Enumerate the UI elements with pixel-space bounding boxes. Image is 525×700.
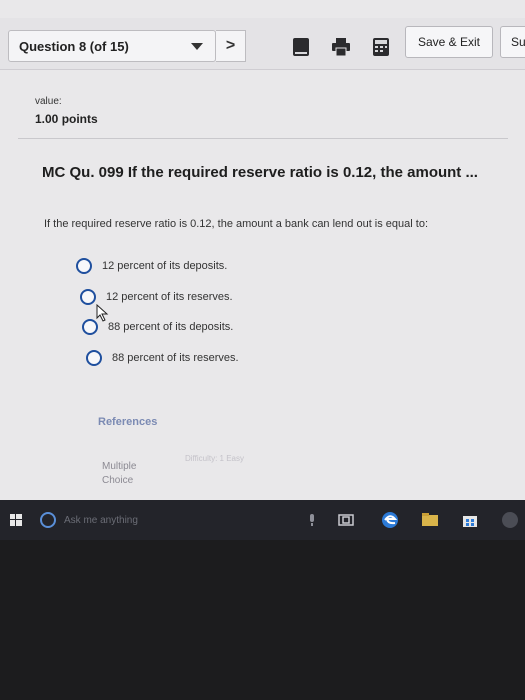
search-placeholder: Ask me anything — [64, 514, 138, 526]
edge-browser-icon[interactable] — [380, 510, 400, 530]
windows-start-icon[interactable] — [10, 514, 22, 526]
radio-button[interactable] — [86, 350, 102, 366]
references-link[interactable]: References — [98, 416, 157, 428]
question-select[interactable]: Question 8 (of 15) — [8, 30, 216, 62]
screen: Question 8 (of 15) > Save & Exit Su valu… — [0, 0, 525, 540]
question-type-line2: Choice — [102, 475, 134, 486]
taskbar-search[interactable]: Ask me anything — [40, 504, 270, 536]
chevron-down-icon — [191, 43, 203, 50]
answer-label: 88 percent of its deposits. — [108, 321, 234, 333]
radio-button[interactable] — [80, 289, 96, 305]
task-view-icon[interactable] — [336, 510, 356, 530]
answer-option-1[interactable]: 12 percent of its deposits. — [76, 258, 227, 274]
calculator-icon[interactable] — [370, 36, 392, 58]
windows-taskbar: Ask me anything — [0, 500, 525, 540]
radio-button[interactable] — [76, 258, 92, 274]
save-exit-button[interactable]: Save & Exit — [405, 26, 493, 58]
answer-option-4[interactable]: 88 percent of its reserves. — [86, 350, 239, 366]
app-icon[interactable] — [500, 510, 520, 530]
question-panel: value: 1.00 points MC Qu. 099 If the req… — [0, 70, 525, 500]
book-icon[interactable] — [290, 36, 312, 58]
top-toolbar: Question 8 (of 15) > Save & Exit Su — [0, 18, 525, 70]
answer-label: 12 percent of its reserves. — [106, 291, 233, 303]
file-explorer-icon[interactable] — [420, 510, 440, 530]
value-label: value: — [35, 96, 62, 107]
value-points: 1.00 points — [35, 112, 98, 126]
answer-label: 12 percent of its deposits. — [102, 260, 228, 272]
cortana-icon — [40, 512, 56, 528]
answer-label: 88 percent of its reserves. — [112, 352, 239, 364]
mouse-cursor-icon — [96, 304, 109, 322]
answer-option-2[interactable]: 12 percent of its reserves. — [80, 289, 233, 305]
question-type-line1: Multiple — [102, 461, 137, 472]
difficulty-tag: Difficulty: 1 Easy — [185, 454, 244, 463]
submit-button[interactable]: Su — [500, 26, 525, 58]
microphone-icon[interactable] — [302, 510, 322, 530]
question-select-label: Question 8 (of 15) — [19, 38, 129, 54]
store-icon[interactable] — [460, 510, 480, 530]
question-text: If the required reserve ratio is 0.12, t… — [44, 218, 429, 230]
print-icon[interactable] — [330, 36, 352, 58]
next-question-button[interactable]: > — [216, 30, 246, 62]
question-title: MC Qu. 099 If the required reserve ratio… — [42, 164, 478, 181]
divider — [18, 138, 508, 139]
question-type-label: Multiple Choice — [102, 460, 136, 488]
